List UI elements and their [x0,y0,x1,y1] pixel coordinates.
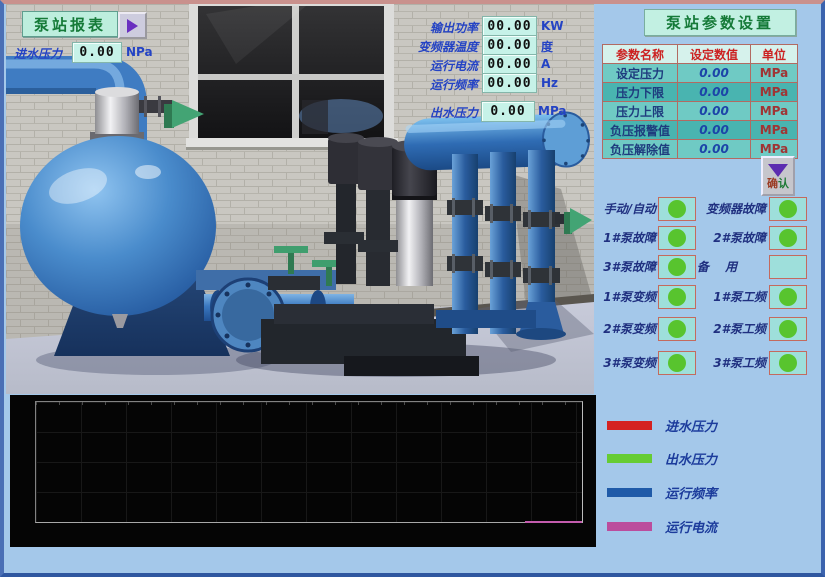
status-label-pump1-fault: 1#泵故障 [570,229,656,246]
outlet-pressure-unit: MPa [538,104,567,118]
lamp-on-dot [779,229,797,247]
trend-current-flatline [525,521,582,523]
report-button[interactable]: 泵站报表 [22,11,118,37]
param-unit: MPa [751,83,798,102]
run-frequency-display: 00.00 [482,73,537,93]
status-lamp-pump2-mains [769,317,807,341]
settings-row-pressure-high-limit: 压力上限 0.00 MPa [603,102,798,121]
param-unit: MPa [751,64,798,83]
status-lamp-vfd-fault [769,197,807,221]
lamp-on-dot [779,288,797,306]
status-label-pump3-mains: 3#泵工频 [680,354,766,371]
legend-swatch-run-frequency [607,488,652,497]
output-power-unit: KW [541,19,564,33]
status-label-pump2-vfd: 2#泵变频 [570,320,656,337]
status-label-pump3-fault: 3#泵故障 [570,258,656,275]
output-power-display: 00.00 [482,16,537,36]
status-label-pump2-fault: 2#泵故障 [680,229,766,246]
param-value-field[interactable]: 0.00 [678,121,751,140]
settings-header-value: 设定数值 [678,45,751,64]
play-icon [127,19,138,33]
outlet-pressure-display: 0.00 [481,101,535,122]
param-value-field[interactable]: 0.00 [678,140,751,159]
status-lamp-pump1-mains [769,285,807,309]
vfd-temperature-label: 变频器温度 [392,38,478,55]
settings-row-set-pressure: 设定压力 0.00 MPa [603,64,798,83]
trend-axis-ticks [36,402,582,405]
trend-chart [10,395,596,547]
settings-panel-title: 泵站参数设置 [644,9,796,36]
vfd-temperature-display: 00.00 [482,35,537,55]
lamp-on-dot [779,320,797,338]
legend-swatch-outlet-pressure [607,454,652,463]
status-label-pump3-vfd: 3#泵变频 [570,354,656,371]
param-value-field[interactable]: 0.00 [678,102,751,121]
param-name: 设定压力 [603,64,678,83]
output-power-label: 输出功率 [392,19,478,36]
param-name: 负压报警值 [603,121,678,140]
settings-table: 参数名称 设定数值 单位 设定压力 0.00 MPa 压力下限 0.00 MPa… [602,44,798,159]
settings-row-negative-pressure-alarm: 负压报警值 0.00 MPa [603,121,798,140]
lamp-on-dot [779,200,797,218]
run-current-unit: A [541,57,550,71]
inlet-pressure-unit: NPa [126,45,153,59]
run-frequency-unit: Hz [541,76,558,90]
status-label-pump1-vfd: 1#泵变频 [570,288,656,305]
legend-swatch-run-current [607,522,652,531]
param-unit: MPa [751,121,798,140]
pump-station-hmi-screen: 泵站报表 进水压力 0.00 NPa 输出功率 00.00 KW 变频器温度 0… [0,0,825,577]
settings-header-unit: 单位 [751,45,798,64]
settings-header-row: 参数名称 设定数值 单位 [603,45,798,64]
settings-row-pressure-low-limit: 压力下限 0.00 MPa [603,83,798,102]
status-label-spare: 备 用 [680,258,760,275]
param-name: 压力上限 [603,102,678,121]
param-value-field[interactable]: 0.00 [678,64,751,83]
settings-header-name: 参数名称 [603,45,678,64]
confirm-button[interactable]: 确认 [761,156,795,196]
run-frequency-label: 运行频率 [392,76,478,93]
param-name: 压力下限 [603,83,678,102]
param-value-field[interactable]: 0.00 [678,83,751,102]
inlet-pressure-display: 0.00 [72,42,122,63]
report-nav-button[interactable] [118,12,147,39]
confirm-arrow-icon [768,164,788,177]
trend-plot-area [35,401,583,523]
legend-label-outlet-pressure: 出水压力 [665,449,717,468]
run-current-label: 运行电流 [392,57,478,74]
legend-label-run-current: 运行电流 [665,517,717,536]
status-label-vfd-fault: 变频器故障 [680,200,766,217]
legend-swatch-inlet-pressure [607,421,652,430]
status-label-pump2-mains: 2#泵工频 [680,320,766,337]
legend-label-inlet-pressure: 进水压力 [665,416,717,435]
vfd-temperature-unit: 度 [541,38,553,55]
param-name: 负压解除值 [603,140,678,159]
confirm-button-label: 确认 [767,178,789,189]
lamp-on-dot [779,354,797,372]
legend-label-run-frequency: 运行频率 [665,483,717,502]
status-label-pump1-mains: 1#泵工频 [680,288,766,305]
inlet-pressure-label: 进水压力 [14,45,62,62]
run-current-display: 00.00 [482,54,537,74]
status-lamp-spare [769,255,807,279]
param-unit: MPa [751,102,798,121]
status-lamp-pump2-fault [769,226,807,250]
status-label-manual-auto: 手动/自动 [570,200,656,217]
status-lamp-pump3-mains [769,351,807,375]
outlet-pressure-label: 出水压力 [392,104,478,121]
